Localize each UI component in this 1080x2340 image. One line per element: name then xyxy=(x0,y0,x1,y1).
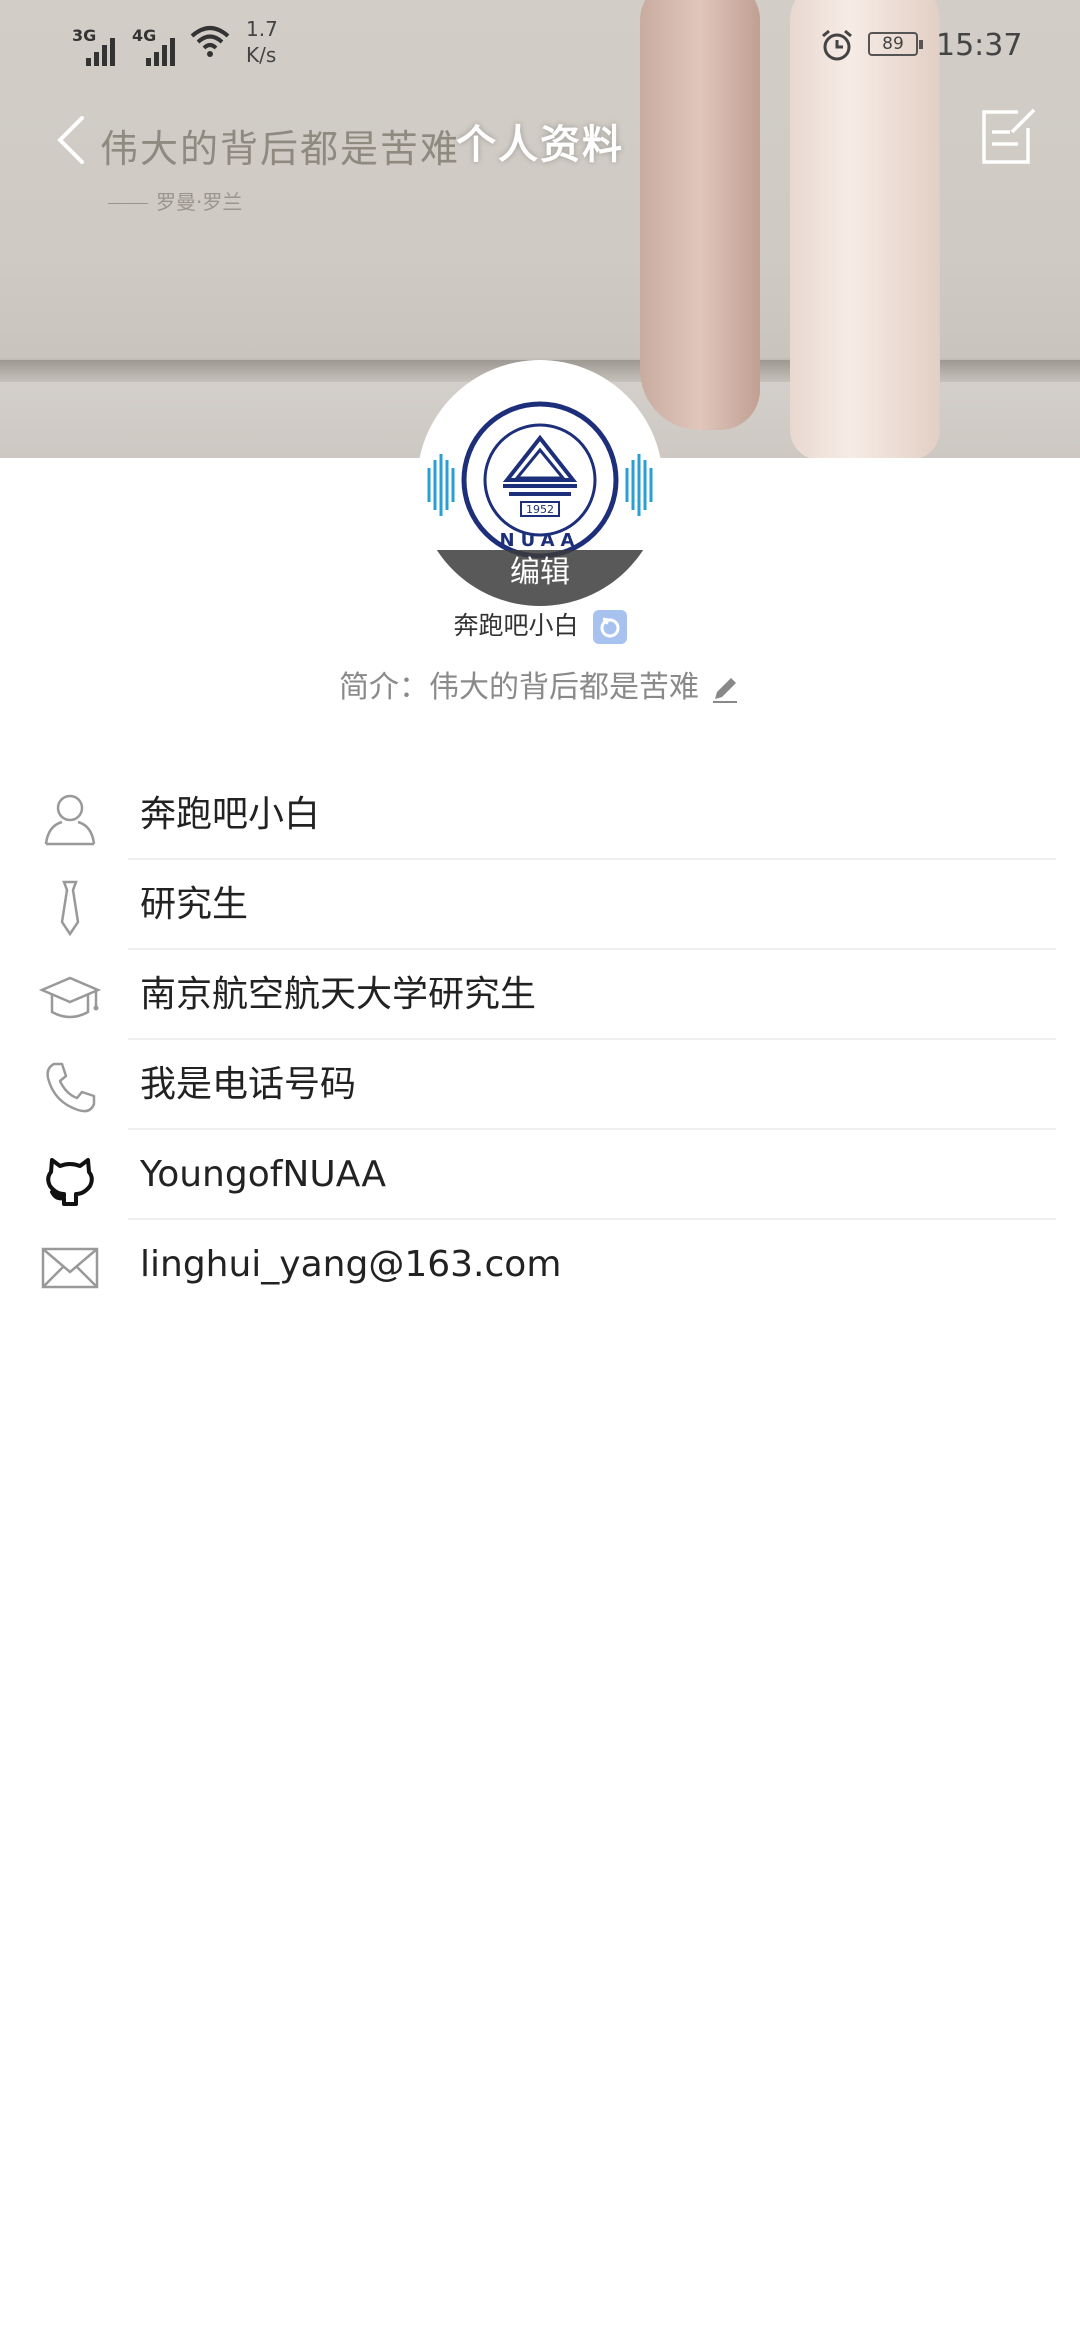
info-text: 奔跑吧小白 xyxy=(140,794,321,835)
seal-letters: NUAA xyxy=(500,530,581,551)
wifi-icon xyxy=(190,24,230,65)
battery-indicator: 89 xyxy=(868,32,923,56)
network-speed: 1.7 K/s xyxy=(246,17,278,67)
banner-signature: 罗曼·罗兰 xyxy=(108,186,242,215)
info-text: 研究生 xyxy=(140,884,249,925)
person-icon xyxy=(38,788,102,848)
info-row-email[interactable]: linghui_yang@163.com xyxy=(0,1220,1080,1310)
edit-note-icon xyxy=(982,108,1036,164)
info-text: 南京航空航天大学研究生 xyxy=(140,974,537,1015)
nickname-row: 奔跑吧小白 xyxy=(0,606,1080,644)
alarm-icon xyxy=(820,28,854,69)
pencil-icon[interactable] xyxy=(709,673,741,705)
info-row-degree[interactable]: 研究生 xyxy=(0,860,1080,950)
info-text: YoungofNUAA xyxy=(140,1154,386,1195)
phone-icon xyxy=(38,1058,102,1118)
refresh-badge-icon[interactable] xyxy=(592,610,627,644)
info-row-github[interactable]: YoungofNUAA xyxy=(0,1130,1080,1220)
avatar[interactable]: 1952 NUAA 编辑 xyxy=(417,360,663,606)
info-text: linghui_yang@163.com xyxy=(140,1244,562,1285)
graduation-cap-icon xyxy=(38,968,102,1028)
info-row-phone[interactable]: 我是电话号码 xyxy=(0,1040,1080,1130)
info-list: 奔跑吧小白 研究生 南京航空航天大学研究生 我是电话号码 YoungofNUAA… xyxy=(0,770,1080,1310)
info-text: 我是电话号码 xyxy=(140,1064,357,1105)
tie-icon xyxy=(38,878,102,938)
page-title: 个人资料 xyxy=(456,122,624,168)
info-row-nickname[interactable]: 奔跑吧小白 xyxy=(0,770,1080,860)
mail-icon xyxy=(38,1238,102,1298)
bio-text: 简介：伟大的背后都是苦难 xyxy=(339,670,699,705)
bio-row[interactable]: 简介：伟大的背后都是苦难 xyxy=(0,662,1080,706)
status-time: 15:37 xyxy=(936,28,1023,63)
edit-profile-button[interactable] xyxy=(978,106,1038,168)
info-row-school[interactable]: 南京航空航天大学研究生 xyxy=(0,950,1080,1040)
seal-year: 1952 xyxy=(526,503,554,516)
avatar-edit-button[interactable]: 编辑 xyxy=(417,550,663,606)
status-bar: 3G 4G 1.7 K/s 89 15:37 xyxy=(72,17,1023,69)
github-icon xyxy=(38,1148,102,1208)
nickname: 奔跑吧小白 xyxy=(453,611,579,640)
